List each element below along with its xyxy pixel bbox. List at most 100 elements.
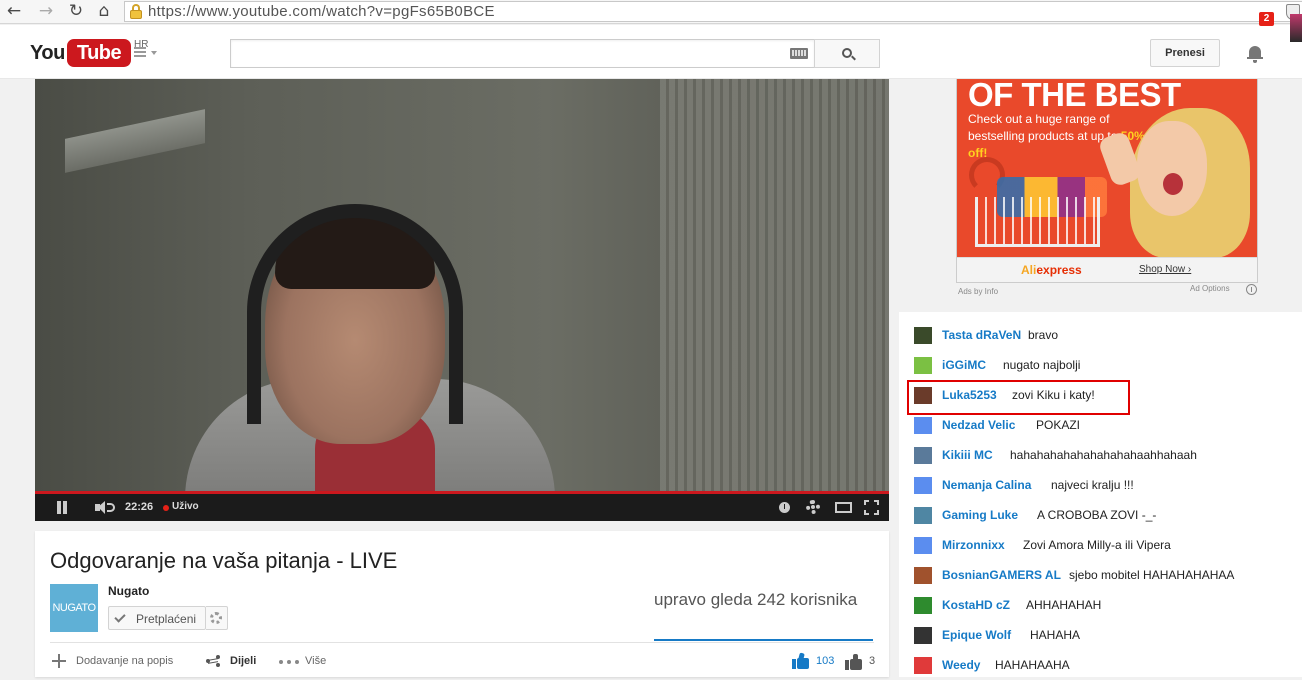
subscription-settings-button[interactable] (206, 606, 228, 630)
chat-author[interactable]: Weedy (942, 658, 980, 672)
chat-message-text: hahahahahahahahahahaahhahaah (1010, 448, 1197, 462)
dislike-count: 3 (869, 655, 876, 667)
chat-message-text: bravo (1028, 328, 1059, 342)
add-to-playlist-button[interactable]: Dodavanje na popis (76, 655, 173, 667)
chat-avatar[interactable] (914, 597, 932, 614)
chat-message: Mirzonnixx Zovi Amora Milly-a ili Vipera (899, 530, 1302, 560)
sidebar-ad[interactable]: OF THE BEST Check out a huge range of be… (956, 79, 1258, 283)
chat-avatar[interactable] (914, 357, 932, 374)
youtube-masthead: You Tube HR Prenesi (0, 25, 1302, 79)
divider (50, 642, 874, 643)
chat-message-text: sjebo mobitel HAHAHAHAHAA (1069, 568, 1235, 582)
gear-icon[interactable] (806, 500, 820, 514)
ad-body-start: Check out a huge range of bestselling pr… (968, 112, 1121, 143)
chat-message: Weedy HAHAHAAHA (899, 650, 1302, 680)
chat-message-text: A CROBOBA ZOVI -_- (1037, 508, 1157, 522)
address-bar[interactable]: https://www.youtube.com/watch?v=pgFs65B0… (124, 1, 1302, 22)
live-chat: Tasta dRaVeN bravo iGGiMC nugato najbolji Lu… (899, 312, 1302, 677)
live-dot-icon (163, 505, 169, 511)
chat-author[interactable]: KostaHD cZ (942, 598, 1010, 612)
fullscreen-icon[interactable] (864, 500, 879, 515)
chat-avatar[interactable] (914, 327, 932, 344)
chat-author[interactable]: Gaming Luke (942, 508, 1018, 522)
chat-author[interactable]: Kikiii MC (942, 448, 993, 462)
chat-message-text: POKAZI (1036, 418, 1081, 432)
chat-author[interactable]: Epique Wolf (942, 628, 1011, 642)
more-button[interactable]: Više (305, 655, 326, 667)
chat-avatar[interactable] (914, 657, 932, 674)
notification-bell-icon[interactable] (1246, 44, 1264, 64)
chat-avatar[interactable] (914, 417, 932, 434)
chat-message-text: Zovi Amora Milly-a ili Vipera (1023, 538, 1171, 552)
channel-avatar[interactable]: NUGATO (50, 584, 98, 632)
chat-avatar[interactable] (914, 537, 932, 554)
share-icon[interactable] (206, 655, 220, 667)
more-icon[interactable] (279, 660, 299, 664)
notification-count-badge[interactable]: 2 (1259, 12, 1274, 26)
shopping-cart-image (975, 197, 1100, 247)
chat-avatar[interactable] (914, 627, 932, 644)
info-icon[interactable] (779, 502, 790, 513)
chat-message-text: HAHAHAAHA (995, 658, 1070, 672)
ad-byline[interactable]: Ads by Info (958, 287, 998, 296)
chat-author[interactable]: Mirzonnixx (942, 538, 1005, 552)
reload-icon[interactable]: ↻ (66, 1, 86, 21)
chat-message-text: HAHAHA (1030, 628, 1081, 642)
add-to-icon[interactable] (52, 654, 66, 668)
search-button[interactable] (814, 39, 880, 68)
home-icon[interactable]: ⌂ (94, 1, 114, 21)
url-text[interactable]: https://www.youtube.com/watch?v=pgFs65B0… (148, 3, 495, 20)
chat-message: iGGiMC nugato najbolji (899, 350, 1302, 380)
adchoices-icon[interactable] (1246, 284, 1257, 295)
channel-name[interactable]: Nugato (108, 584, 149, 598)
guide-menu-icon[interactable] (134, 47, 158, 61)
chat-avatar[interactable] (914, 567, 932, 584)
live-label[interactable]: Uživo (172, 501, 199, 512)
live-viewer-count: upravo gleda 242 korisnika (654, 590, 858, 609)
chat-avatar[interactable] (914, 477, 932, 494)
dislike-icon[interactable] (845, 654, 862, 670)
chat-message: Epique Wolf HAHAHA (899, 620, 1302, 650)
chat-author[interactable]: BosnianGAMERS AL (942, 568, 1061, 582)
lock-icon (129, 4, 143, 19)
share-button[interactable]: Dijeli (230, 655, 256, 667)
checkmark-icon (114, 611, 126, 623)
upload-button[interactable]: Prenesi (1150, 39, 1220, 67)
volume-icon[interactable] (95, 501, 117, 514)
avatar[interactable] (1290, 14, 1302, 42)
search-icon (842, 48, 852, 58)
chat-avatar[interactable] (914, 447, 932, 464)
chat-message-text: najveci kralju !!! (1051, 478, 1134, 492)
subscribed-button[interactable]: Pretplaćeni (108, 606, 206, 630)
chat-author[interactable]: iGGiMC (942, 358, 986, 372)
chat-message: Gaming Luke A CROBOBA ZOVI -_- (899, 500, 1302, 530)
like-icon[interactable] (792, 652, 809, 669)
chat-message: Tasta dRaVeN bravo (899, 320, 1302, 350)
page-title: Odgovaranje na vaša pitanja - LIVE (50, 548, 398, 573)
chat-avatar[interactable] (914, 507, 932, 524)
chat-message: KostaHD cZ AHHAHAHAH (899, 590, 1302, 620)
chat-author[interactable]: Nemanja Calina (942, 478, 1031, 492)
search-input[interactable] (230, 39, 815, 68)
chat-author[interactable]: Tasta dRaVeN (942, 328, 1021, 342)
video-info-card: Odgovaranje na vaša pitanja - LIVE NUGAT… (35, 531, 889, 677)
video-frame[interactable] (35, 79, 889, 491)
logo-you-text: You (30, 42, 65, 64)
shop-now-link[interactable]: Shop Now › (1139, 264, 1191, 275)
back-arrow-icon[interactable]: ← (4, 1, 24, 21)
chat-author[interactable]: Nedzad Velic (942, 418, 1015, 432)
chat-message: Nemanja Calina najveci kralju !!! (899, 470, 1302, 500)
browser-toolbar: ← → ↻ ⌂ https://www.youtube.com/watch?v=… (0, 0, 1302, 24)
keyboard-icon[interactable] (790, 48, 808, 59)
aliexpress-logo: Aliexpress (1021, 263, 1082, 277)
viewer-bar (654, 639, 873, 641)
gear-icon (210, 612, 222, 624)
pause-icon[interactable] (55, 501, 69, 514)
forward-arrow-icon[interactable]: → (36, 1, 56, 21)
player-controls: 22:26 Uživo (35, 494, 889, 521)
video-player[interactable]: 22:26 Uživo (35, 79, 889, 521)
ad-options-link[interactable]: Ad Options (1190, 284, 1230, 293)
theater-mode-icon[interactable] (835, 502, 852, 513)
like-count: 103 (816, 655, 835, 667)
chat-message: BosnianGAMERS AL sjebo mobitel HAHAHAHAHA… (899, 560, 1302, 590)
